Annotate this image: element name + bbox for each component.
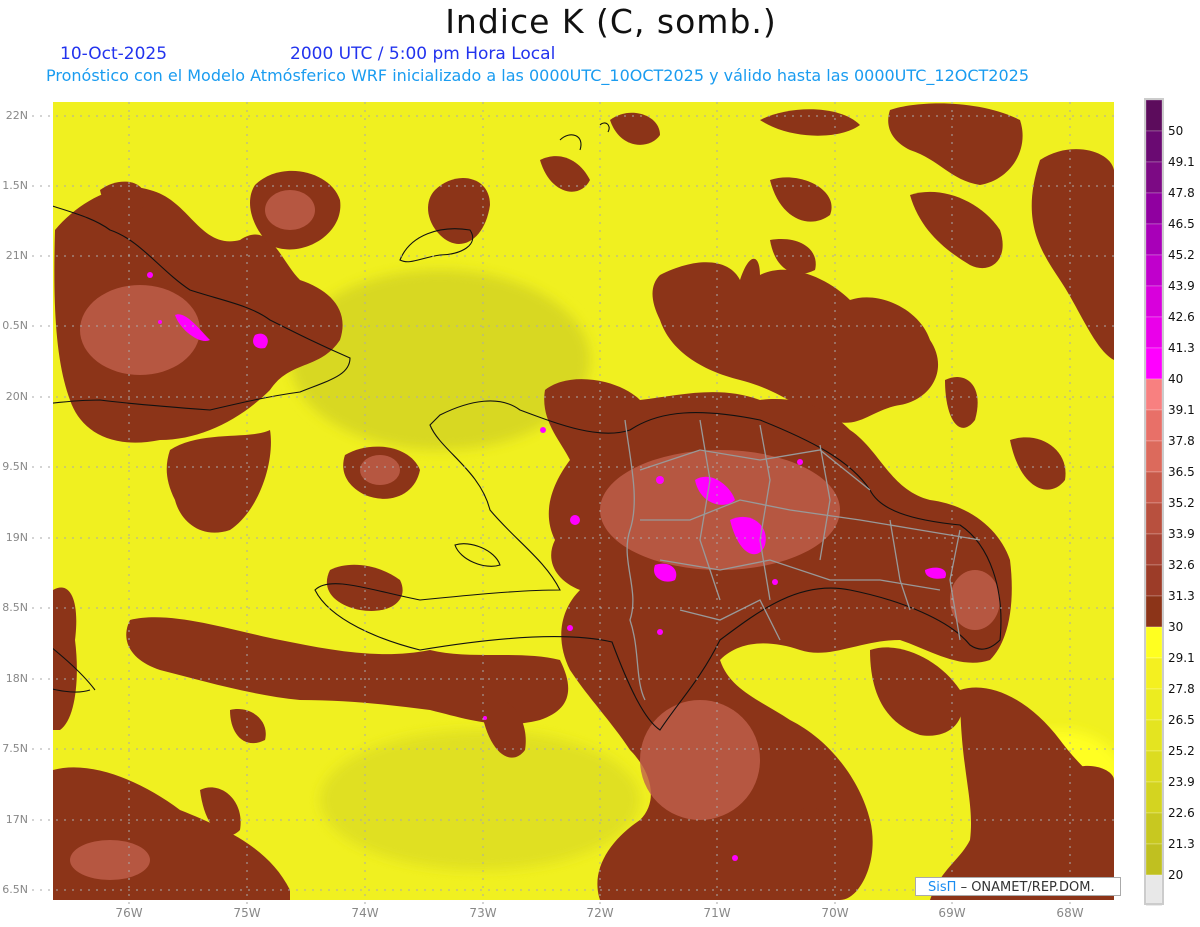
lat-label: 17N	[5, 813, 28, 826]
colorbar-label: 22.6	[1168, 806, 1195, 820]
colorbar-bin	[1145, 130, 1163, 163]
colorbar-label: 25.2	[1168, 744, 1195, 758]
colorbar-label: 39.1	[1168, 403, 1195, 417]
colorbar-bin	[1145, 223, 1163, 256]
lon-label: 72W	[586, 906, 614, 920]
colorbar-label: 23.9	[1168, 775, 1195, 789]
lat-label: 19N	[5, 531, 28, 544]
lat-label: 0.5N	[2, 319, 28, 332]
colorbar-label: 43.9	[1168, 279, 1195, 293]
k-index-map	[32, 98, 1164, 907]
lat-label: 6.5N	[2, 883, 28, 896]
colorbar-label: 50	[1168, 124, 1184, 138]
lon-label: 73W	[469, 906, 497, 920]
colorbar-bin	[1145, 99, 1163, 132]
colorbar-bin	[1145, 316, 1163, 349]
colorbar-label: 36.5	[1168, 465, 1195, 479]
colorbar	[1145, 99, 1163, 907]
colorbar-label: 29.1	[1168, 651, 1195, 665]
lat-label: 18N	[5, 672, 28, 685]
colorbar-bin	[1145, 781, 1163, 814]
colorbar-bin	[1145, 843, 1163, 876]
colorbar-label: 46.5	[1168, 217, 1195, 231]
lon-label: 75W	[233, 906, 261, 920]
colorbar-label: 35.2	[1168, 496, 1195, 510]
lat-label: 7.5N	[2, 742, 28, 755]
colorbar-label: 32.6	[1168, 558, 1195, 572]
lon-label: 76W	[115, 906, 143, 920]
lat-label: 8.5N	[2, 601, 28, 614]
colorbar-bin	[1145, 161, 1163, 194]
colorbar-bin	[1145, 719, 1163, 752]
lon-label: 70W	[821, 906, 849, 920]
colorbar-bin	[1145, 564, 1163, 597]
colorbar-label: 21.3	[1168, 837, 1195, 851]
lon-label: 69W	[938, 906, 966, 920]
colorbar-bin	[1145, 626, 1163, 659]
colorbar-label: 26.5	[1168, 713, 1195, 727]
colorbar-bin	[1145, 254, 1163, 287]
colorbar-label: 30	[1168, 620, 1184, 634]
colorbar-bin	[1145, 874, 1163, 907]
colorbar-bin	[1145, 347, 1163, 380]
colorbar-bin	[1145, 192, 1163, 225]
lat-label: 21N	[5, 249, 28, 262]
colorbar-bin	[1145, 750, 1163, 783]
lat-label: 9.5N	[2, 460, 28, 473]
colorbar-bin	[1145, 595, 1163, 628]
colorbar-label: 42.6	[1168, 310, 1195, 324]
colorbar-label: 37.8	[1168, 434, 1195, 448]
forecast-date: 10-Oct-2025	[60, 44, 168, 64]
colorbar-label: 33.9	[1168, 527, 1195, 541]
colorbar-label: 27.8	[1168, 682, 1195, 696]
colorbar-label: 47.8	[1168, 186, 1195, 200]
map-field	[53, 102, 1114, 900]
colorbar-bin	[1145, 533, 1163, 566]
lat-label: 1.5N	[2, 179, 28, 192]
colorbar-bin	[1145, 409, 1163, 442]
colorbar-bin	[1145, 812, 1163, 845]
colorbar-label: 40	[1168, 372, 1184, 386]
colorbar-label: 31.3	[1168, 589, 1195, 603]
forecast-time: 2000 UTC / 5:00 pm Hora Local	[290, 44, 556, 64]
lon-label: 71W	[703, 906, 731, 920]
colorbar-label: 41.3	[1168, 341, 1195, 355]
forecast-subtitle: Pronóstico con el Modelo Atmósferico WRF…	[46, 66, 1030, 85]
sispi-logo: SisΠ	[928, 880, 957, 895]
lon-label: 74W	[351, 906, 379, 920]
lon-label: 68W	[1056, 906, 1084, 920]
colorbar-label: 45.2	[1168, 248, 1195, 262]
colorbar-bin	[1145, 440, 1163, 473]
colorbar-bin	[1145, 285, 1163, 318]
colorbar-label: 49.1	[1168, 155, 1195, 169]
colorbar-bin	[1145, 502, 1163, 535]
colorbar-label: 20	[1168, 868, 1184, 882]
map-title: Indice K (C, somb.)	[445, 2, 777, 41]
credit-text: – ONAMET/REP.DOM.	[960, 880, 1095, 895]
colorbar-bin	[1145, 378, 1163, 411]
credit-box: SisΠ – ONAMET/REP.DOM.	[915, 877, 1121, 896]
colorbar-bin	[1145, 688, 1163, 721]
colorbar-bin	[1145, 657, 1163, 690]
lat-label: 20N	[5, 390, 28, 403]
lat-label: 22N	[5, 109, 28, 122]
colorbar-bin	[1145, 471, 1163, 504]
